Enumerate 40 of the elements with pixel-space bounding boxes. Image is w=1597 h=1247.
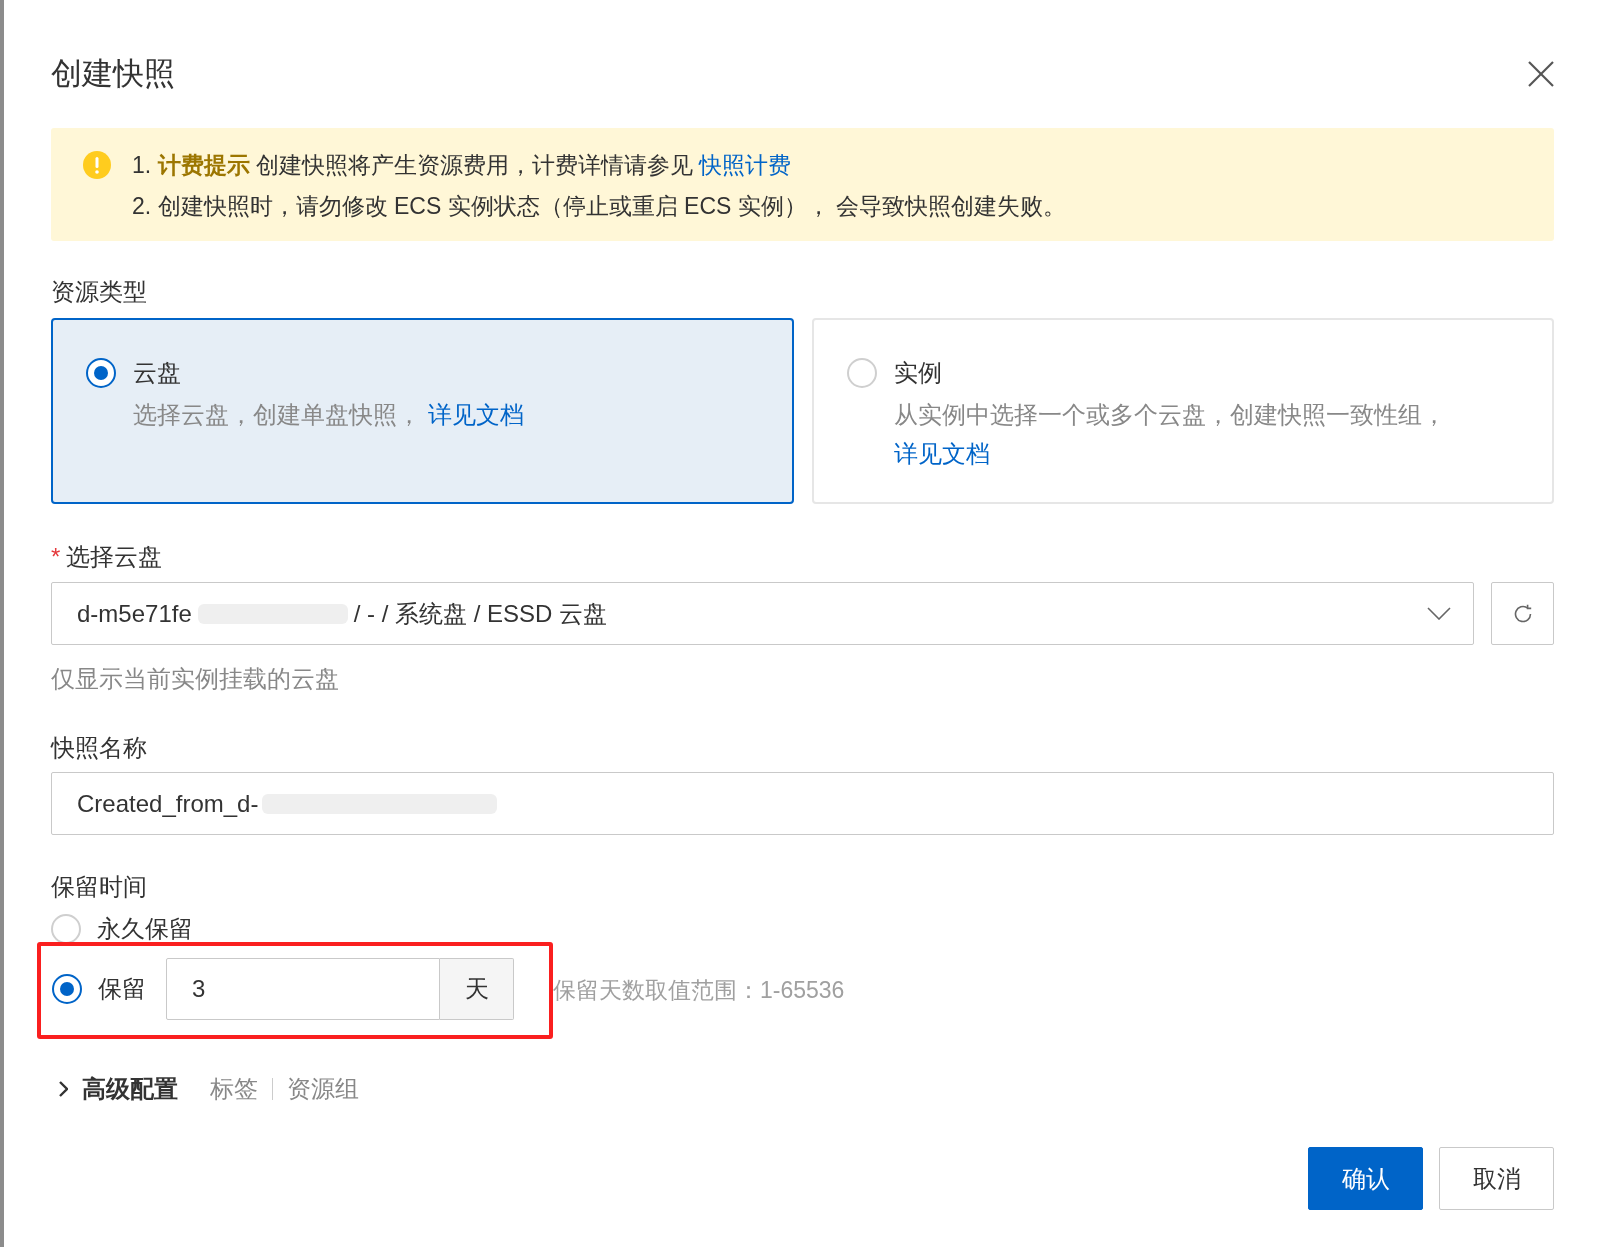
chevron-down-icon xyxy=(1427,607,1451,620)
warning-icon xyxy=(83,151,111,179)
input-value: Created_from_d- xyxy=(77,788,259,819)
notice-text: 2. 创建快照时，请勿修改 ECS 实例状态（停止或重启 ECS 实例）， 会导致快照创建失败。 xyxy=(132,192,1067,221)
advanced-settings-toggle[interactable]: 高级配置 xyxy=(51,1071,178,1107)
option-card[interactable]: 实例 从实例中选择一个或多个云盘，创建快照一致性组， 详见文档 xyxy=(811,318,1554,504)
radio-button[interactable] xyxy=(52,974,82,1004)
refresh-icon xyxy=(1512,603,1533,624)
field-label: 选择云盘 xyxy=(66,542,163,572)
radio-label: 保留 xyxy=(98,974,146,1004)
snapshot-name-input[interactable]: Created_from_d- xyxy=(51,772,1554,835)
confirm-button[interactable]: 确认 xyxy=(1308,1147,1423,1210)
section-hint: 标签 xyxy=(210,1074,258,1104)
cancel-button[interactable]: 取消 xyxy=(1439,1147,1554,1210)
help-text: 仅显示当前实例挂载的云盘 xyxy=(51,664,339,694)
close-icon[interactable] xyxy=(1528,61,1554,87)
radio-label: 永久保留 xyxy=(97,916,193,942)
chevron-right-icon xyxy=(59,1081,68,1097)
option-card[interactable]: 云盘 选择云盘，创建单盘快照， 详见文档 xyxy=(51,318,794,504)
notice-text: 1. 计费提示 创建快照将产生资源费用，计费详情请参见 快照计费 xyxy=(132,151,793,180)
unit-label: 天 xyxy=(440,958,514,1020)
required-mark: * xyxy=(51,542,61,572)
field-label: 保留时间 xyxy=(51,872,147,902)
radio-button[interactable] xyxy=(86,358,116,388)
hint-text: 保留天数取值范围：1-65536 xyxy=(553,976,845,1006)
select-value: d-m5e71fe xyxy=(77,598,192,629)
select-value: / - / 系统盘 / ESSD 云盘 xyxy=(353,598,608,629)
field-label: 快照名称 xyxy=(51,733,147,763)
option-description: 选择云盘，创建单盘快照， 详见文档 xyxy=(133,400,524,430)
billing-link[interactable]: 快照计费 xyxy=(699,152,792,178)
section-hint: 资源组 xyxy=(287,1074,359,1104)
dialog-title: 创建快照 xyxy=(51,55,175,93)
option-title: 实例 xyxy=(893,358,942,388)
field-label: 资源类型 xyxy=(51,277,147,307)
docs-link[interactable]: 详见文档 xyxy=(427,401,524,428)
option-title: 云盘 xyxy=(133,358,181,388)
disk-select[interactable]: d-m5e71fe / - / 系统盘 / ESSD 云盘 xyxy=(51,582,1474,645)
option-description: 从实例中选择一个或多个云盘，创建快照一致性组， 详见文档 xyxy=(893,400,1447,469)
days-input[interactable]: 3 xyxy=(166,958,440,1020)
docs-link[interactable]: 详见文档 xyxy=(893,440,990,467)
